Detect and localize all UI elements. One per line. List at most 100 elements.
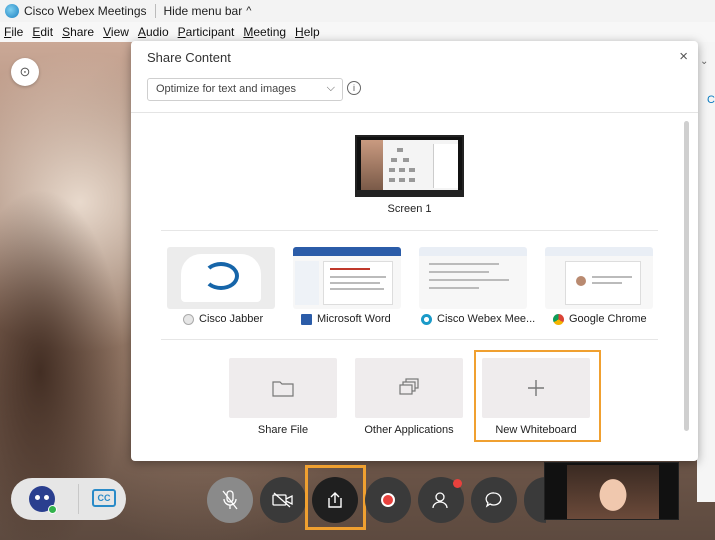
word-icon: [301, 313, 312, 325]
menu-edit[interactable]: Edit: [32, 25, 53, 39]
doc-line: [330, 288, 384, 290]
app-label-text: Google Chrome: [569, 313, 647, 325]
jabber-logo-icon: [203, 262, 239, 290]
menu-meeting[interactable]: Meeting: [243, 25, 286, 39]
scrollbar[interactable]: [684, 121, 689, 431]
word-ribbon: [293, 247, 401, 256]
new-whiteboard-label: New Whiteboard: [495, 424, 577, 436]
screen-preview-panel: [433, 144, 458, 188]
menu-bar: File Edit Share View Audio Participant M…: [0, 22, 715, 42]
chat-button[interactable]: [471, 477, 517, 523]
menu-participant[interactable]: Participant: [178, 25, 235, 39]
participants-icon: [432, 492, 448, 509]
doc-line: [592, 276, 632, 278]
panel-tab-icon[interactable]: C: [707, 94, 715, 106]
screen-preview-video: [361, 140, 383, 190]
webex-logo-icon: [5, 4, 19, 18]
app-label-webex[interactable]: Cisco Webex Mee...: [421, 313, 546, 325]
screen-1-label: Screen 1: [387, 203, 432, 215]
preview-block: [389, 178, 395, 182]
preview-block: [399, 178, 405, 182]
divider: [161, 230, 658, 231]
close-icon[interactable]: ×: [679, 48, 688, 65]
word-sidebar: [295, 261, 319, 305]
optimize-select[interactable]: Optimize for text and images ⌵: [147, 78, 343, 101]
closed-captions-icon[interactable]: CC: [92, 489, 116, 507]
app-label-jabber[interactable]: Cisco Jabber: [183, 313, 308, 325]
participants-button[interactable]: [418, 477, 464, 523]
self-view-image: [567, 465, 659, 519]
self-view-video[interactable]: [544, 462, 679, 520]
layout-toggle-icon[interactable]: ⊙: [11, 58, 39, 86]
dialog-title: Share Content: [147, 50, 231, 65]
share-file-button[interactable]: [229, 358, 337, 418]
webex-icon: [421, 313, 432, 325]
windows-stack-icon: [399, 378, 419, 395]
profile-avatar: [576, 276, 586, 286]
panel-chevron-icon[interactable]: ⌄: [700, 56, 708, 67]
screen-1-thumbnail[interactable]: [355, 135, 464, 197]
right-panel: ⌄ C: [697, 42, 715, 502]
info-icon[interactable]: i: [347, 81, 361, 95]
app-label-text: Cisco Jabber: [199, 313, 264, 325]
share-options-area: Screen 1 Cisco Jabber Microsoft Word Cis…: [131, 113, 698, 461]
menu-share[interactable]: Share: [62, 25, 94, 39]
chevron-up-icon[interactable]: ^: [246, 5, 251, 17]
folder-icon: [272, 381, 294, 397]
new-whiteboard-button[interactable]: [482, 358, 590, 418]
doc-line: [429, 263, 499, 265]
share-upload-icon: [328, 492, 342, 508]
webex-assistant-icon[interactable]: [29, 486, 57, 514]
word-page: [323, 261, 393, 305]
share-content-dialog: Share Content × Optimize for text and im…: [131, 41, 698, 461]
record-icon: [381, 493, 395, 507]
doc-line: [429, 287, 479, 289]
mute-button[interactable]: [207, 477, 253, 523]
video-button[interactable]: [260, 477, 306, 523]
assistant-captions-pill: CC: [11, 478, 126, 520]
optimize-select-value: Optimize for text and images: [156, 83, 297, 95]
webex-toolbar: [419, 247, 527, 256]
other-applications-label: Other Applications: [364, 424, 454, 436]
menu-file[interactable]: File: [4, 25, 23, 39]
assistant-status-dot: [48, 505, 57, 514]
jabber-icon: [183, 313, 194, 325]
app-thumbnail-chrome[interactable]: [545, 247, 653, 309]
doc-line: [429, 271, 489, 273]
menu-audio[interactable]: Audio: [138, 25, 169, 39]
doc-line: [429, 279, 509, 281]
preview-block: [399, 168, 405, 172]
microphone-muted-icon: [222, 490, 238, 510]
menu-help[interactable]: Help: [295, 25, 320, 39]
hide-menu-bar-button[interactable]: Hide menu bar: [164, 4, 243, 18]
title-separator: [154, 4, 156, 18]
doc-line: [330, 282, 380, 284]
share-file-label: Share File: [257, 424, 309, 436]
divider: [161, 339, 658, 340]
preview-block: [391, 158, 397, 162]
other-applications-button[interactable]: [355, 358, 463, 418]
video-camera-muted-icon: [272, 492, 293, 508]
preview-block: [409, 178, 415, 182]
assistant-eye: [44, 495, 49, 500]
plus-icon: [528, 380, 544, 396]
preview-block: [389, 168, 395, 172]
app-label-word[interactable]: Microsoft Word: [301, 313, 426, 325]
app-label-text: Cisco Webex Mee...: [437, 313, 536, 325]
title-bar: Cisco Webex Meetings Hide menu bar ^: [0, 0, 715, 22]
app-title: Cisco Webex Meetings: [24, 4, 147, 18]
doc-line: [330, 268, 370, 270]
chrome-icon: [553, 313, 564, 325]
menu-view[interactable]: View: [103, 25, 129, 39]
app-thumbnail-word[interactable]: [293, 247, 401, 309]
preview-block: [403, 158, 409, 162]
screen-preview: [361, 140, 458, 190]
pill-separator: [78, 484, 79, 514]
record-button[interactable]: [365, 477, 411, 523]
preview-block: [397, 148, 403, 152]
preview-block: [409, 168, 415, 172]
share-button[interactable]: [312, 477, 358, 523]
app-label-chrome[interactable]: Google Chrome: [553, 313, 678, 325]
app-thumbnail-webex[interactable]: [419, 247, 527, 309]
app-thumbnail-jabber[interactable]: [167, 247, 275, 309]
